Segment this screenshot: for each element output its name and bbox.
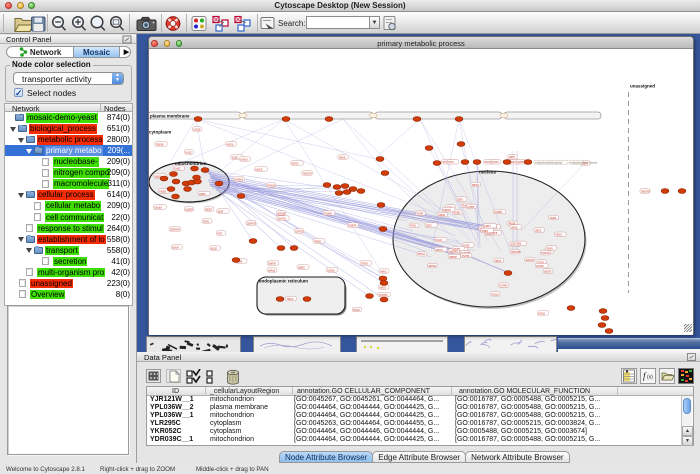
svg-text:vvcc: vvcc bbox=[186, 150, 193, 154]
svg-text:cytoplasm: cytoplasm bbox=[149, 130, 171, 135]
svg-text:cumn: cumn bbox=[278, 216, 286, 220]
svg-text:acrm: acrm bbox=[544, 269, 551, 273]
svg-text:usra: usra bbox=[535, 228, 541, 232]
svg-text:nvrr: nvrr bbox=[448, 160, 454, 164]
svg-text:erar: erar bbox=[218, 209, 225, 213]
svg-text:rsrm: rsrm bbox=[495, 259, 502, 263]
svg-text:msrm: msrm bbox=[348, 223, 356, 227]
svg-text:ecvc: ecvc bbox=[353, 308, 360, 312]
svg-text:nuem: nuem bbox=[542, 251, 550, 255]
svg-text:ormn: ormn bbox=[296, 229, 303, 233]
svg-text:uacc: uacc bbox=[199, 192, 206, 196]
svg-text:urus: urus bbox=[556, 233, 563, 237]
svg-text:enuv: enuv bbox=[292, 161, 299, 165]
svg-text:acar: acar bbox=[211, 246, 218, 250]
svg-text:unce: unce bbox=[194, 127, 201, 131]
svg-text:endoplasmic reticulum: endoplasmic reticulum bbox=[259, 279, 308, 284]
svg-text:amsv: amsv bbox=[429, 264, 437, 268]
svg-text:cvms: cvms bbox=[462, 254, 470, 258]
svg-text:vvuo: vvuo bbox=[379, 285, 386, 289]
svg-text:revv: revv bbox=[547, 246, 553, 250]
svg-text:ssmr: ssmr bbox=[205, 207, 213, 211]
svg-text:veme: veme bbox=[449, 255, 457, 259]
svg-text:rrva: rrva bbox=[410, 224, 416, 228]
svg-text:uvos: uvos bbox=[511, 225, 518, 229]
svg-text:aavs: aavs bbox=[298, 265, 305, 269]
svg-text:cnmn: cnmn bbox=[500, 284, 508, 288]
svg-text:nacr: nacr bbox=[175, 166, 182, 170]
svg-text:nevn: nevn bbox=[436, 248, 443, 252]
svg-text:aomm: aomm bbox=[247, 221, 256, 225]
svg-text:mone: mone bbox=[156, 142, 164, 146]
svg-text:avua: avua bbox=[268, 268, 275, 272]
svg-text:nusm: nusm bbox=[494, 210, 502, 214]
svg-text:mnmm: mnmm bbox=[511, 250, 521, 254]
svg-text:mumn: mumn bbox=[303, 171, 312, 175]
svg-text:ccsc: ccsc bbox=[232, 155, 239, 159]
svg-text:oevv: oevv bbox=[453, 247, 460, 251]
svg-text:eanr: eanr bbox=[482, 229, 489, 233]
svg-text:nvcv: nvcv bbox=[492, 160, 499, 164]
svg-text:ucee: ucee bbox=[468, 205, 475, 209]
svg-text:nsoc: nsoc bbox=[287, 297, 294, 301]
svg-text:cses: cses bbox=[550, 216, 557, 220]
svg-text:meer: meer bbox=[314, 239, 322, 243]
svg-text:sonm: sonm bbox=[526, 258, 534, 262]
svg-text:osus: osus bbox=[339, 155, 346, 159]
svg-text:euao: euao bbox=[155, 205, 162, 209]
svg-text:mitochondrial acetyl: mitochondrial acetyl bbox=[571, 161, 598, 165]
svg-text:vrsa: vrsa bbox=[515, 242, 521, 246]
svg-text:unvu: unvu bbox=[227, 142, 234, 146]
svg-text:muev: muev bbox=[324, 211, 332, 215]
svg-text:ueau: ueau bbox=[328, 268, 335, 272]
svg-text:oars: oars bbox=[517, 160, 524, 164]
svg-text:unassigned: unassigned bbox=[630, 84, 655, 89]
svg-text:semn: semn bbox=[268, 261, 276, 265]
svg-text:plasma membrane: plasma membrane bbox=[150, 114, 190, 119]
svg-text:momn: momn bbox=[641, 189, 650, 193]
svg-text:mitochondrion: mitochondrion bbox=[175, 161, 207, 166]
svg-text:amca: amca bbox=[277, 211, 285, 215]
svg-text:ovoc: ovoc bbox=[492, 292, 499, 296]
svg-text:nunr: nunr bbox=[463, 243, 470, 247]
svg-text:(x): (x) bbox=[647, 375, 653, 381]
svg-text:nesu: nesu bbox=[159, 189, 166, 193]
svg-text:uarv: uarv bbox=[485, 224, 492, 228]
svg-text:oser: oser bbox=[509, 155, 516, 159]
svg-text:snru: snru bbox=[203, 219, 209, 223]
svg-text:uneo: uneo bbox=[240, 157, 247, 161]
svg-text:mitochondrial acetyl: mitochondrial acetyl bbox=[536, 161, 563, 165]
svg-text:erea: erea bbox=[538, 311, 545, 315]
svg-text:nour: nour bbox=[435, 238, 442, 242]
svg-text:uann: uann bbox=[438, 213, 445, 217]
svg-text:vvos: vvos bbox=[417, 212, 424, 216]
svg-text:cmmm: cmmm bbox=[170, 227, 180, 231]
svg-text:emcr: emcr bbox=[418, 252, 426, 256]
svg-text:ucrv: ucrv bbox=[457, 197, 463, 201]
svg-text:momn: momn bbox=[379, 293, 388, 297]
svg-text:umor: umor bbox=[536, 264, 544, 268]
svg-text:vavc: vavc bbox=[380, 269, 387, 273]
svg-text:uees: uees bbox=[256, 167, 263, 171]
svg-text:mvma: mvma bbox=[234, 177, 243, 181]
svg-text:eren: eren bbox=[172, 245, 179, 249]
svg-text:ssnm: ssnm bbox=[443, 208, 451, 212]
svg-text:mron: mron bbox=[472, 183, 479, 187]
svg-text:csrv: csrv bbox=[426, 223, 432, 227]
svg-text:mrcv: mrcv bbox=[361, 261, 368, 265]
svg-text:uacm: uacm bbox=[185, 207, 193, 211]
svg-text:mcoa: mcoa bbox=[267, 183, 275, 187]
svg-text:nucleus: nucleus bbox=[479, 170, 497, 175]
